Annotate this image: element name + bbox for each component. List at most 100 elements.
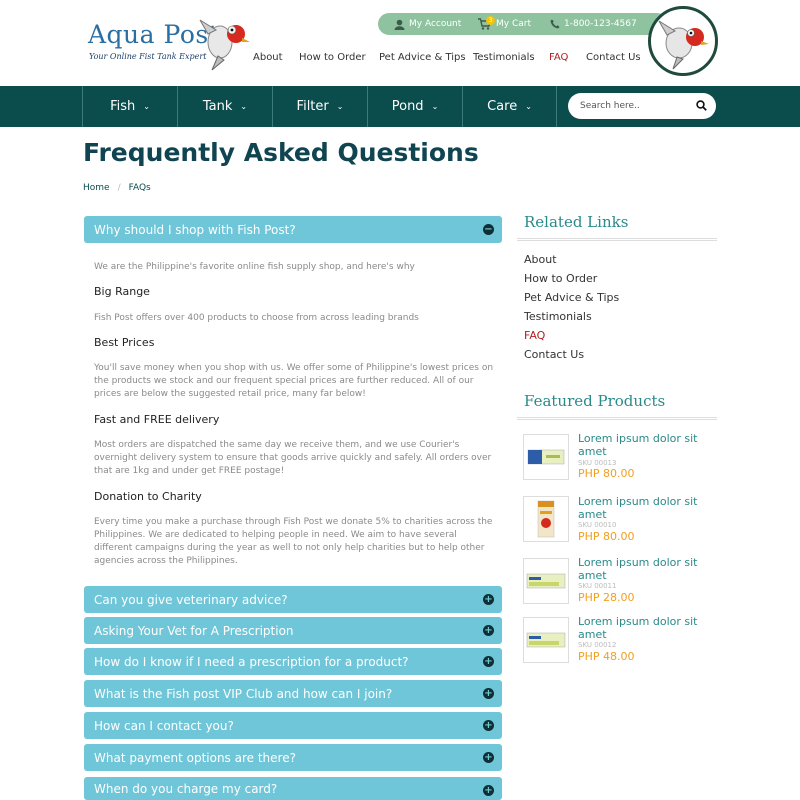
search-icon[interactable] (696, 100, 707, 111)
related-link-how-to-order[interactable]: How to Order (524, 272, 597, 285)
plus-circle-icon[interactable]: + (483, 656, 494, 667)
nav-filter[interactable]: Filter ⌄ (272, 86, 367, 127)
divider (517, 238, 717, 241)
site-header: Aqua Post Your Online Fist Tank Expert M… (0, 0, 800, 86)
product-bottle-image (537, 500, 555, 538)
phone-link[interactable]: 1-800-123-4567 (550, 13, 637, 35)
breadcrumb-current: FAQs (128, 183, 151, 193)
product-box-image (526, 632, 566, 648)
faq-question[interactable]: How can I contact you? + (84, 712, 502, 739)
search-input[interactable] (580, 99, 690, 113)
nav-fish[interactable]: Fish ⌄ (82, 86, 177, 127)
breadcrumb-home[interactable]: Home (83, 183, 110, 193)
related-link-about[interactable]: About (524, 253, 557, 266)
nav-pond[interactable]: Pond ⌄ (367, 86, 462, 127)
related-link-faq[interactable]: FAQ (524, 329, 545, 342)
top-nav-testimonials[interactable]: Testimonials (473, 52, 535, 63)
faq-section-heading: Fast and FREE delivery (94, 413, 220, 426)
faq-question[interactable]: When do you charge my card? + (84, 777, 502, 800)
plus-circle-icon[interactable]: + (483, 594, 494, 605)
product-sku: SKU 00013 (578, 459, 617, 467)
faq-section-text: You'll save money when you shop with us.… (94, 363, 494, 399)
product-thumbnail[interactable] (523, 558, 569, 604)
breadcrumb-separator: / (117, 183, 121, 193)
faq-question[interactable]: What payment options are there? + (84, 744, 502, 771)
product-title[interactable]: Lorem ipsum dolor sit amet (578, 556, 708, 582)
featured-products-title: Featured Products (524, 392, 666, 410)
chevron-down-icon: ⌄ (336, 102, 344, 111)
phone-icon (550, 19, 560, 29)
minus-circle-icon[interactable]: − (483, 224, 494, 235)
faq-answer-intro: We are the Philippine's favorite online … (94, 262, 415, 272)
top-nav-contact-us[interactable]: Contact Us (586, 52, 641, 63)
search-box (568, 93, 716, 119)
related-link-pet-advice[interactable]: Pet Advice & Tips (524, 291, 619, 304)
product-box-image (527, 449, 565, 465)
site-logo[interactable]: Aqua Post Your Online Fist Tank Expert (88, 14, 258, 74)
faq-section-text: Fish Post offers over 400 products to ch… (94, 313, 419, 323)
faq-question-label: When do you charge my card? (94, 781, 278, 796)
product-title[interactable]: Lorem ipsum dolor sit amet (578, 432, 708, 458)
chevron-down-icon: ⌄ (240, 102, 248, 111)
my-cart-link[interactable]: 3 My Cart (478, 13, 531, 35)
nav-fish-label: Fish (110, 99, 136, 114)
nav-tank-label: Tank (202, 99, 233, 114)
chevron-down-icon: ⌄ (143, 102, 150, 111)
round-bird-badge (648, 6, 718, 76)
product-thumbnail[interactable] (523, 434, 569, 480)
cart-count-badge: 3 (486, 16, 495, 25)
page-title: Frequently Asked Questions (83, 138, 479, 167)
my-cart-label: My Cart (496, 19, 531, 29)
faq-question-label: Asking Your Vet for A Prescription (94, 623, 294, 638)
plus-circle-icon[interactable]: + (483, 785, 494, 796)
nav-care-label: Care (487, 99, 518, 114)
faq-question[interactable]: What is the Fish post VIP Club and how c… (84, 680, 502, 707)
nav-care[interactable]: Care ⌄ (462, 86, 557, 127)
plus-circle-icon[interactable]: + (483, 625, 494, 636)
product-sku: SKU 00012 (578, 641, 617, 649)
related-links-title: Related Links (524, 213, 629, 231)
faq-question-open[interactable]: Why should I shop with Fish Post? − (84, 216, 502, 243)
top-nav-how-to-order[interactable]: How to Order (299, 52, 366, 63)
faq-question-label: Can you give veterinary advice? (94, 592, 288, 607)
faq-question[interactable]: Can you give veterinary advice? + (84, 586, 502, 613)
faq-section-text: Most orders are dispatched the same day … (94, 440, 492, 476)
chevron-down-icon: ⌄ (431, 102, 439, 111)
my-account-label: My Account (409, 19, 462, 29)
product-title[interactable]: Lorem ipsum dolor sit amet (578, 615, 708, 641)
plus-circle-icon[interactable]: + (483, 752, 494, 763)
top-nav-pet-advice[interactable]: Pet Advice & Tips (379, 52, 466, 63)
product-sku: SKU 00011 (578, 582, 617, 590)
faq-section-heading: Big Range (94, 285, 150, 298)
user-icon (394, 19, 405, 30)
product-price: PHP 80.00 (578, 467, 635, 480)
plus-circle-icon[interactable]: + (483, 720, 494, 731)
related-link-contact-us[interactable]: Contact Us (524, 348, 584, 361)
plus-circle-icon[interactable]: + (483, 688, 494, 699)
top-nav-faq[interactable]: FAQ (549, 52, 568, 63)
faq-question-label: Why should I shop with Fish Post? (94, 222, 296, 237)
top-nav-about[interactable]: About (253, 52, 283, 63)
product-title[interactable]: Lorem ipsum dolor sit amet (578, 495, 708, 521)
main-category-nav: Fish ⌄ Tank ⌄ Filter ⌄ Pond ⌄ Care ⌄ (0, 86, 800, 127)
faq-question[interactable]: How do I know if I need a prescription f… (84, 648, 502, 675)
product-price: PHP 48.00 (578, 650, 635, 663)
product-price: PHP 28.00 (578, 591, 635, 604)
faq-section-text: Every time you make a purchase through F… (94, 517, 493, 566)
breadcrumb: Home / FAQs (83, 183, 151, 193)
faq-section-heading: Best Prices (94, 336, 155, 349)
nav-pond-label: Pond (391, 99, 424, 114)
chevron-down-icon: ⌄ (525, 102, 532, 111)
logo-tagline: Your Online Fist Tank Expert (89, 52, 207, 61)
nav-tank[interactable]: Tank ⌄ (177, 86, 272, 127)
related-link-testimonials[interactable]: Testimonials (524, 310, 592, 323)
my-account-link[interactable]: My Account (394, 13, 461, 35)
faq-question-label: How do I know if I need a prescription f… (94, 654, 409, 669)
faq-question[interactable]: Asking Your Vet for A Prescription + (84, 617, 502, 644)
faq-question-label: How can I contact you? (94, 718, 234, 733)
product-thumbnail[interactable] (523, 617, 569, 663)
product-price: PHP 80.00 (578, 530, 635, 543)
bird-logo-icon (199, 19, 250, 71)
product-thumbnail[interactable] (523, 496, 569, 542)
nav-filter-label: Filter (296, 99, 329, 114)
